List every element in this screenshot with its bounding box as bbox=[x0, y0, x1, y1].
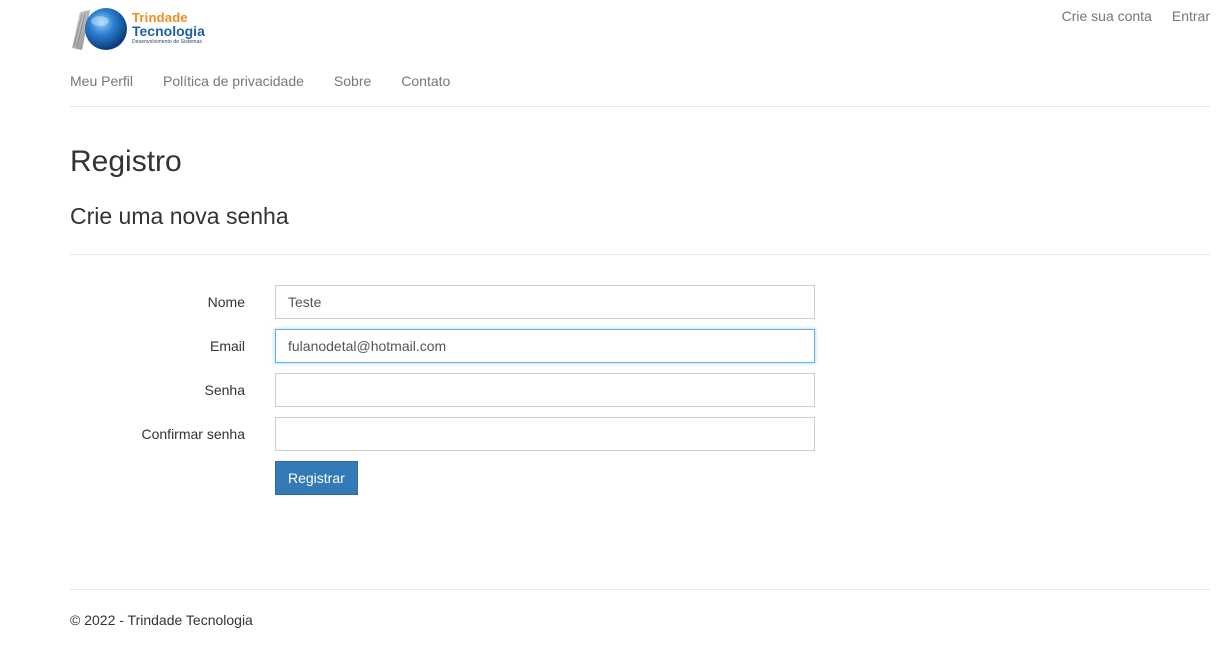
nav-item-meu-perfil[interactable]: Meu Perfil bbox=[70, 73, 133, 89]
footer-copyright: © 2022 - Trindade Tecnologia bbox=[70, 612, 253, 628]
confirm-password-label: Confirmar senha bbox=[141, 426, 246, 442]
email-input[interactable] bbox=[275, 329, 815, 363]
form-row-confirm-password: Confirmar senha bbox=[70, 417, 830, 451]
form-divider bbox=[70, 254, 1210, 255]
password-label: Senha bbox=[204, 382, 245, 398]
header-divider bbox=[70, 106, 1210, 107]
name-input[interactable] bbox=[275, 285, 815, 319]
form-row-password: Senha bbox=[70, 373, 830, 407]
login-link[interactable]: Entrar bbox=[1172, 8, 1210, 24]
confirm-password-input[interactable] bbox=[275, 417, 815, 451]
form-row-name: Nome bbox=[70, 285, 830, 319]
page-subtitle: Crie uma nova senha bbox=[70, 203, 289, 229]
password-input[interactable] bbox=[275, 373, 815, 407]
brand-tagline: Desenvolvimento de Sistemas bbox=[132, 39, 202, 45]
nav-item-privacidade[interactable]: Política de privacidade bbox=[163, 73, 304, 89]
globe-logo-icon bbox=[72, 8, 127, 50]
footer-divider bbox=[70, 589, 1210, 590]
nav-item-sobre[interactable]: Sobre bbox=[334, 73, 371, 89]
brand-name-line2: Tecnologia bbox=[132, 23, 205, 39]
form-row-email: Email bbox=[70, 329, 830, 363]
register-button[interactable]: Registrar bbox=[275, 461, 358, 495]
nav-item-contato[interactable]: Contato bbox=[401, 73, 450, 89]
page: Trindade Tecnologia Desenvolvimento de S… bbox=[0, 0, 1228, 647]
main-nav: Meu Perfil Política de privacidade Sobre… bbox=[70, 73, 450, 89]
email-label: Email bbox=[209, 338, 245, 354]
brand-logo[interactable]: Trindade Tecnologia Desenvolvimento de S… bbox=[70, 6, 210, 52]
account-nav: Crie sua conta Entrar bbox=[1062, 8, 1210, 24]
page-title: Registro bbox=[70, 145, 182, 178]
register-link[interactable]: Crie sua conta bbox=[1062, 8, 1152, 24]
name-label: Nome bbox=[207, 294, 245, 310]
